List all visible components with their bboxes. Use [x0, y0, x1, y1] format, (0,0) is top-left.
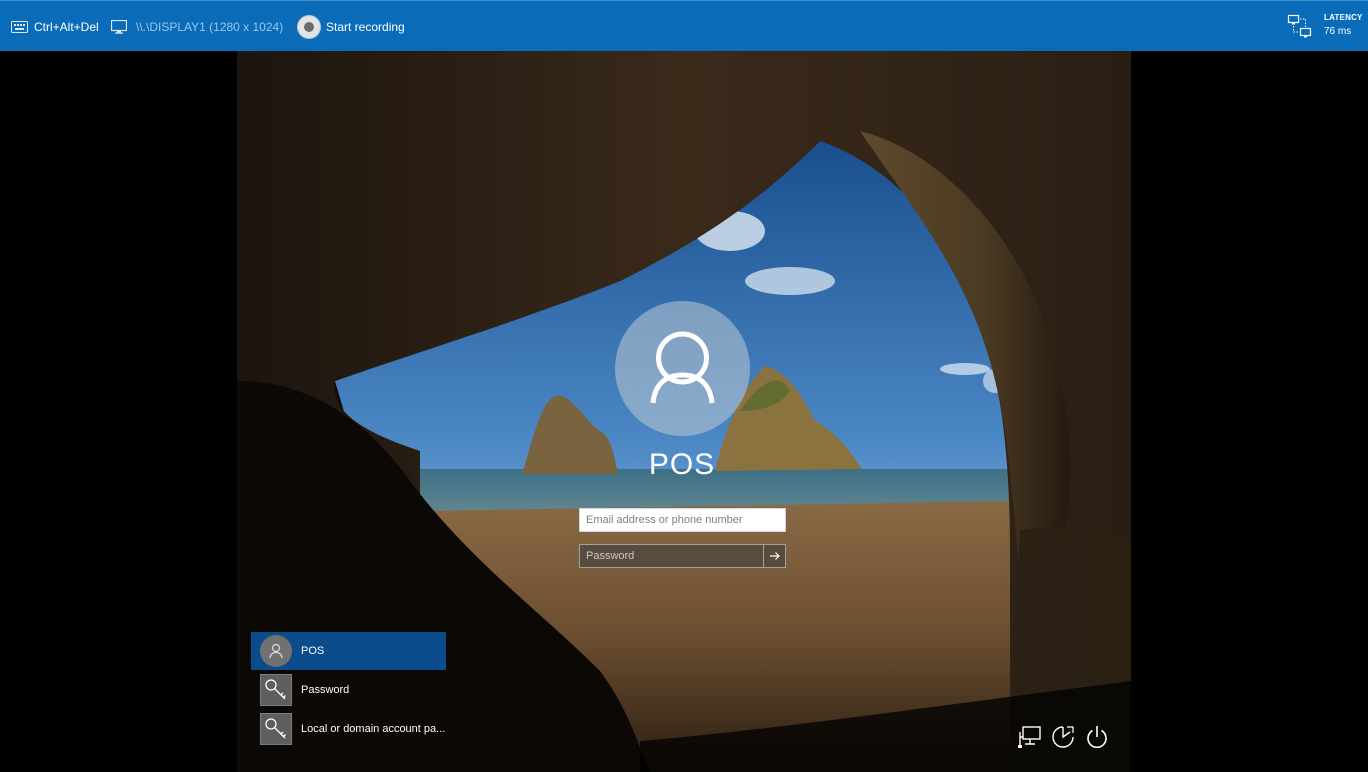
start-recording-button[interactable]: Start recording — [297, 1, 405, 52]
ctrl-alt-del-button[interactable]: Ctrl+Alt+Del — [11, 1, 99, 52]
display-selector[interactable]: \\.\DISPLAY1 (1280 x 1024) — [111, 1, 283, 52]
signin-option-label: POS — [301, 645, 325, 657]
monitor-icon — [111, 19, 127, 34]
remote-session-toolbar: Ctrl+Alt+Del \\.\DISPLAY1 (1280 x 1024) … — [0, 0, 1368, 51]
signin-option-label: Local or domain account pa... — [301, 723, 446, 735]
latency-value: 76 ms — [1324, 26, 1352, 37]
signin-option-domain-account[interactable]: Local or domain account pa... — [251, 710, 446, 748]
signin-option-password[interactable]: Password — [251, 671, 446, 709]
display-label: \\.\DISPLAY1 (1280 x 1024) — [136, 19, 284, 34]
user-avatar — [615, 301, 750, 436]
user-icon — [650, 331, 715, 404]
key-icon — [260, 674, 292, 706]
keyboard-icon — [11, 20, 28, 33]
network-computers-icon — [1287, 14, 1312, 37]
network-status[interactable] — [1287, 1, 1313, 52]
username-label: POS — [648, 448, 716, 481]
power-icon[interactable] — [1084, 724, 1110, 750]
record-label: Start recording — [326, 19, 405, 34]
latency-title: LATENCY — [1324, 13, 1363, 22]
password-field[interactable] — [579, 544, 764, 568]
signin-option-label: Password — [301, 684, 350, 696]
ease-of-access-icon[interactable] — [1050, 724, 1076, 750]
network-icon[interactable] — [1017, 724, 1043, 750]
key-icon — [260, 713, 292, 745]
ctrl-alt-del-label: Ctrl+Alt+Del — [34, 19, 99, 34]
record-icon — [297, 14, 321, 39]
submit-button[interactable] — [763, 544, 786, 568]
signin-option-pos[interactable]: POS — [251, 632, 446, 670]
arrow-right-icon — [769, 552, 780, 560]
remote-screen[interactable]: POS POS Password — [0, 51, 1368, 772]
user-icon — [260, 635, 292, 667]
email-field[interactable] — [579, 508, 786, 532]
latency-indicator: LATENCY 76 ms — [1324, 13, 1363, 37]
